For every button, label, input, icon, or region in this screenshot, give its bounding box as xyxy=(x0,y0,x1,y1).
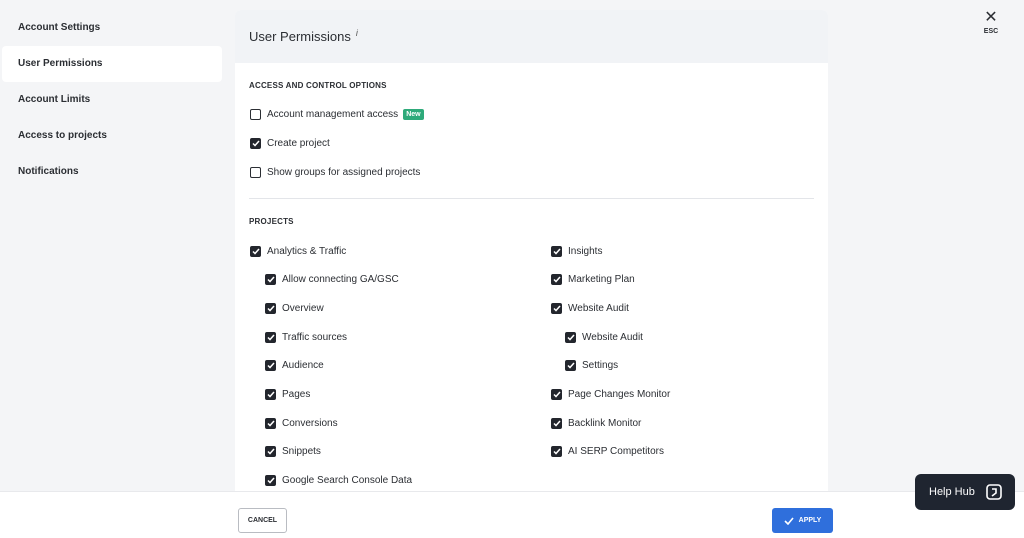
checkbox[interactable] xyxy=(551,446,562,458)
checkbox-label: Backlink Monitor xyxy=(568,417,642,429)
panel-header: User Permissions i xyxy=(235,10,828,63)
checkbox-label: Show groups for assigned projects xyxy=(267,166,421,178)
checkbox-label: Conversions xyxy=(282,417,338,429)
permission-overview[interactable]: Overview xyxy=(265,300,324,316)
checkbox-label: Audience xyxy=(282,360,324,372)
permission-analytics-traffic[interactable]: Analytics & Traffic xyxy=(250,243,346,259)
checkbox-label: Insights xyxy=(568,245,603,257)
user-permissions-panel: User Permissions i ACCESS AND CONTROL OP… xyxy=(235,10,828,491)
help-hub-icon xyxy=(986,484,1002,500)
option-show-groups-for-assigned-projects[interactable]: Show groups for assigned projects xyxy=(250,164,420,180)
checkbox-label: Page Changes Monitor xyxy=(568,389,671,400)
permission-conversions[interactable]: Conversions xyxy=(265,415,338,431)
permission-snippets[interactable]: Snippets xyxy=(265,444,321,460)
section-divider xyxy=(249,198,814,199)
permission-insights[interactable]: Insights xyxy=(551,243,602,259)
sidebar-item-notifications[interactable]: Notifications xyxy=(2,154,222,190)
checkbox-label: Analytics & Traffic xyxy=(267,245,347,257)
permission-ai-serp-competitors[interactable]: AI SERP Competitors xyxy=(551,444,664,460)
close-button[interactable]: ✕ ESC xyxy=(980,9,1002,36)
checkbox[interactable] xyxy=(250,108,261,120)
permission-backlink-monitor[interactable]: Backlink Monitor xyxy=(551,415,641,431)
footer-bar: CANCEL APPLY xyxy=(0,491,1024,538)
checkbox-label: Overview xyxy=(282,302,324,314)
checkbox-label: Google Search Console Data xyxy=(282,475,413,487)
help-hub-button[interactable]: Help Hub xyxy=(915,474,1015,510)
checkbox[interactable] xyxy=(551,274,562,286)
settings-sidebar: Account Settings User Permissions Accoun… xyxy=(0,0,228,490)
new-badge: New xyxy=(403,108,424,120)
projects-section-title: PROJECTS xyxy=(249,217,294,226)
checkbox[interactable] xyxy=(265,475,276,487)
checkbox[interactable] xyxy=(551,245,562,257)
checkbox[interactable] xyxy=(565,360,576,372)
checkbox-label: Pages xyxy=(282,389,311,400)
checkbox-label: Website Audit xyxy=(582,331,643,343)
checkbox-label: Traffic sources xyxy=(282,331,348,343)
sidebar-item-account-limits[interactable]: Account Limits xyxy=(2,82,222,118)
cancel-button[interactable]: CANCEL xyxy=(238,508,287,533)
checkbox-label: Website Audit xyxy=(568,302,629,314)
permission-traffic-sources[interactable]: Traffic sources xyxy=(265,329,347,345)
checkbox-label: Marketing Plan xyxy=(568,274,635,286)
checkbox[interactable] xyxy=(265,302,276,314)
checkbox[interactable] xyxy=(265,446,276,458)
checkmark-icon xyxy=(784,516,794,525)
access-section-title: ACCESS AND CONTROL OPTIONS xyxy=(249,81,387,90)
checkbox[interactable] xyxy=(551,417,562,429)
apply-button[interactable]: APPLY xyxy=(772,508,833,533)
permission-settings[interactable]: Settings xyxy=(565,358,618,374)
option-create-project[interactable]: Create project xyxy=(250,135,330,151)
checkbox-label: Allow connecting GA/GSC xyxy=(282,274,399,286)
permission-marketing-plan[interactable]: Marketing Plan xyxy=(551,272,635,288)
sidebar-item-access-to-projects[interactable]: Access to projects xyxy=(2,118,222,154)
info-icon[interactable]: i xyxy=(356,28,358,38)
permission-page-changes-monitor[interactable]: Page Changes Monitor xyxy=(551,387,670,403)
checkbox[interactable] xyxy=(265,274,276,286)
checkbox[interactable] xyxy=(265,417,276,429)
permission-google-search-console-data[interactable]: Google Search Console Data xyxy=(265,473,412,489)
checkbox[interactable] xyxy=(265,331,276,343)
checkbox-label: Account management access xyxy=(267,108,399,120)
checkbox[interactable] xyxy=(565,331,576,343)
apply-label: APPLY xyxy=(798,517,822,524)
checkbox[interactable] xyxy=(250,137,261,149)
sidebar-item-user-permissions[interactable]: User Permissions xyxy=(2,46,222,82)
close-icon: ✕ xyxy=(984,9,998,26)
checkbox[interactable] xyxy=(250,166,261,178)
checkbox-label: Snippets xyxy=(282,446,321,458)
permission-pages[interactable]: Pages xyxy=(265,387,310,403)
checkbox[interactable] xyxy=(250,245,261,257)
checkbox[interactable] xyxy=(551,389,562,400)
permission-website-audit[interactable]: Website Audit xyxy=(551,300,629,316)
permission-audience[interactable]: Audience xyxy=(265,358,324,374)
permission-allow-connecting-ga-gsc[interactable]: Allow connecting GA/GSC xyxy=(265,272,399,288)
esc-label: ESC xyxy=(983,28,999,35)
help-hub-label: Help Hub xyxy=(929,486,975,498)
checkbox-label: Create project xyxy=(267,137,330,149)
sidebar-item-account-settings[interactable]: Account Settings xyxy=(2,10,222,46)
checkbox[interactable] xyxy=(551,302,562,314)
page-title: User Permissions xyxy=(249,29,351,44)
checkbox[interactable] xyxy=(265,389,276,400)
checkbox[interactable] xyxy=(265,360,276,372)
checkbox-label: Settings xyxy=(582,360,619,372)
checkbox-label: AI SERP Competitors xyxy=(568,446,664,458)
permission-website-audit[interactable]: Website Audit xyxy=(565,329,643,345)
option-account-management-access[interactable]: Account management access New xyxy=(250,106,424,122)
